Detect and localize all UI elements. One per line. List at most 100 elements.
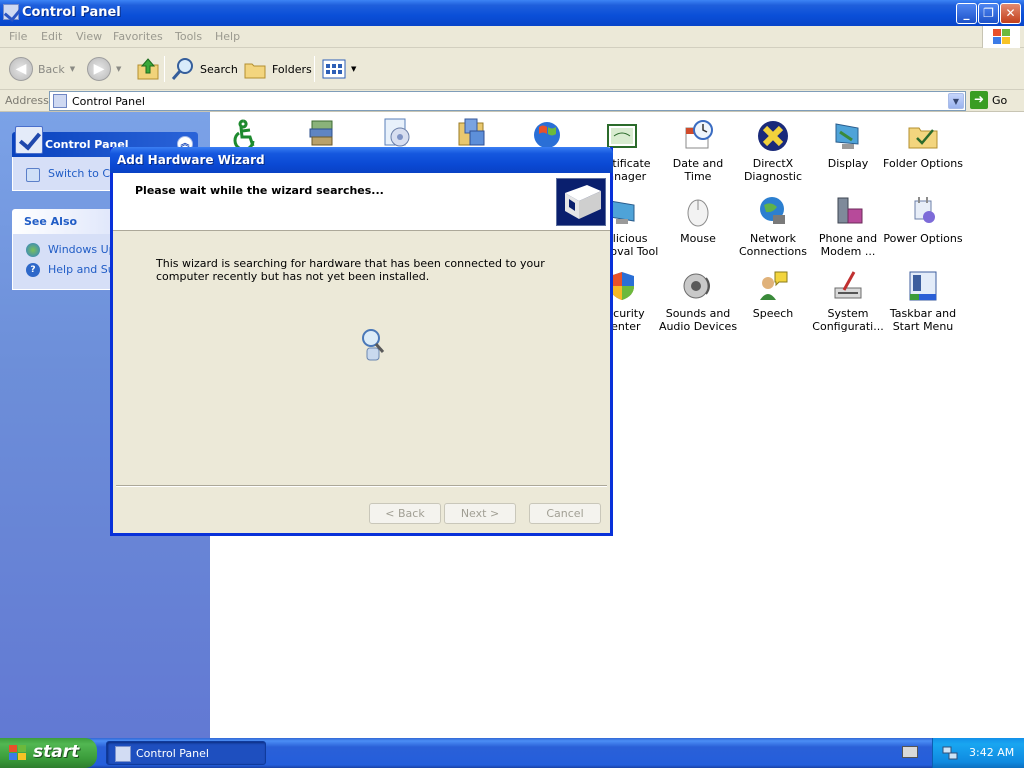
item-label: Mouse — [680, 232, 716, 245]
item-label: Display — [827, 157, 869, 170]
back-label: Back — [38, 62, 65, 76]
views-button[interactable]: ▼ — [322, 55, 356, 83]
add-remove-programs-icon[interactable] — [306, 117, 338, 149]
clock[interactable]: 3:42 AM — [969, 746, 1014, 759]
search-icon — [171, 58, 193, 80]
item-label: Date and Time — [672, 157, 724, 183]
taskbar-control-panel-button[interactable]: Control Panel — [106, 741, 266, 765]
windows-logo-icon — [982, 26, 1020, 48]
address-input[interactable]: Control Panel ▼ — [49, 91, 966, 111]
maximize-button[interactable]: ❐ — [978, 3, 999, 24]
wizard-back-button[interactable]: < Back — [369, 503, 441, 524]
address-label: Address — [5, 94, 49, 107]
item-label: System Configurati... — [812, 307, 884, 333]
windows-update-icon — [26, 243, 40, 257]
wizard-titlebar[interactable]: Add Hardware Wizard — [110, 147, 613, 173]
start-label: start — [33, 742, 80, 762]
control-panel-icon — [115, 746, 131, 762]
back-dropdown-icon: ▼ — [69, 65, 76, 73]
directx-icon — [758, 121, 788, 151]
windows-flag-icon — [9, 745, 27, 761]
menu-bar: File Edit View Favorites Tools Help — [0, 26, 1024, 48]
wizard-body: This wizard is searching for hardware th… — [113, 232, 610, 487]
forward-arrow-icon: ▶ — [87, 57, 111, 81]
toolbar: ◀ Back ▼ ▶ ▼ Search Folders ▼ — [0, 48, 1024, 90]
item-label: Sounds and Audio Devices — [658, 307, 738, 333]
network-tray-icon[interactable] — [942, 746, 958, 760]
up-folder-button[interactable] — [136, 55, 160, 83]
add-hardware-wizard-dialog: Add Hardware Wizard Please wait while th… — [110, 147, 613, 536]
views-icon — [322, 59, 346, 79]
help-support-link[interactable]: Help and Support — [48, 263, 110, 276]
item-label: Power Options — [883, 232, 963, 245]
menu-view[interactable]: View — [76, 30, 102, 43]
folders-button[interactable]: Folders — [243, 55, 312, 83]
close-button[interactable]: ✕ — [1000, 3, 1021, 24]
folder-options-icon — [908, 127, 938, 149]
control-panel-icon — [53, 94, 67, 108]
system-tray: 3:42 AM — [932, 738, 1024, 768]
item-label: DirectX Diagnostic — [743, 157, 803, 183]
menu-edit[interactable]: Edit — [41, 30, 62, 43]
taskbar-icon — [909, 271, 937, 301]
control-panel-check-icon — [15, 126, 43, 154]
address-bar: Address Control Panel ▼ ➜ Go — [0, 90, 1024, 112]
keyboard-icon[interactable] — [902, 746, 918, 758]
go-arrow-icon: ➜ — [970, 91, 988, 109]
administrative-tools-icon[interactable] — [381, 117, 413, 149]
back-button[interactable]: ◀ Back ▼ — [9, 55, 75, 83]
wizard-heading: Please wait while the wizard searches... — [135, 184, 384, 197]
mouse-icon — [687, 199, 709, 227]
back-arrow-icon: ◀ — [9, 57, 33, 81]
window-titlebar[interactable]: Control Panel _ ❐ ✕ — [0, 0, 1024, 26]
address-dropdown-button[interactable]: ▼ — [948, 93, 964, 109]
search-label: Search — [200, 62, 238, 76]
network-icon — [760, 197, 785, 224]
clock-icon — [685, 120, 713, 149]
wizard-description: This wizard is searching for hardware th… — [156, 257, 545, 283]
category-view-icon — [26, 168, 40, 182]
start-button[interactable]: start — [0, 738, 97, 768]
wizard-separator — [116, 485, 607, 487]
switch-category-link[interactable]: Switch to Category View — [48, 167, 113, 180]
folders-label: Folders — [272, 62, 312, 76]
wizard-header: Please wait while the wizard searches... — [113, 173, 610, 231]
system-icon — [834, 271, 862, 299]
phone-icon — [837, 197, 863, 224]
search-button[interactable]: Search — [171, 55, 238, 83]
see-also-title: See Also — [24, 215, 78, 228]
address-value: Control Panel — [72, 95, 145, 108]
minimize-button[interactable]: _ — [956, 3, 977, 24]
go-button[interactable]: ➜ Go — [970, 91, 1007, 109]
window-title: Control Panel — [22, 5, 121, 20]
menu-file[interactable]: File — [9, 30, 27, 43]
folders-icon — [244, 63, 266, 79]
item-label: Folder Options — [883, 157, 963, 170]
power-icon — [914, 197, 935, 223]
hardware-card-icon — [556, 178, 606, 226]
searching-magnifier-icon — [362, 329, 385, 361]
toolbar-separator — [164, 56, 165, 82]
control-panel-icon — [3, 4, 19, 20]
item-label: Phone and Modem ... — [818, 232, 878, 258]
wizard-next-button[interactable]: Next > — [444, 503, 516, 524]
accessibility-icon[interactable] — [231, 117, 263, 149]
menu-help[interactable]: Help — [215, 30, 240, 43]
taskbar-button-label: Control Panel — [136, 747, 209, 760]
speech-icon — [760, 271, 788, 300]
menu-favorites[interactable]: Favorites — [113, 30, 163, 43]
wizard-cancel-button[interactable]: Cancel — [529, 503, 601, 524]
item-label: Network Connections — [739, 232, 807, 258]
item-label: Taskbar and Start Menu — [889, 307, 957, 333]
display-icon — [835, 123, 859, 149]
help-icon: ? — [26, 263, 40, 277]
windows-update-link[interactable]: Windows Update — [48, 243, 110, 256]
wizard-title: Add Hardware Wizard — [117, 153, 265, 167]
speaker-icon — [683, 273, 710, 299]
menu-tools[interactable]: Tools — [175, 30, 202, 43]
up-folder-icon — [137, 58, 159, 80]
windows-flag-icon[interactable] — [531, 117, 563, 149]
automatic-updates-icon[interactable] — [456, 117, 488, 149]
forward-button[interactable]: ▶ ▼ — [87, 55, 121, 83]
toolbar-separator — [314, 56, 315, 82]
